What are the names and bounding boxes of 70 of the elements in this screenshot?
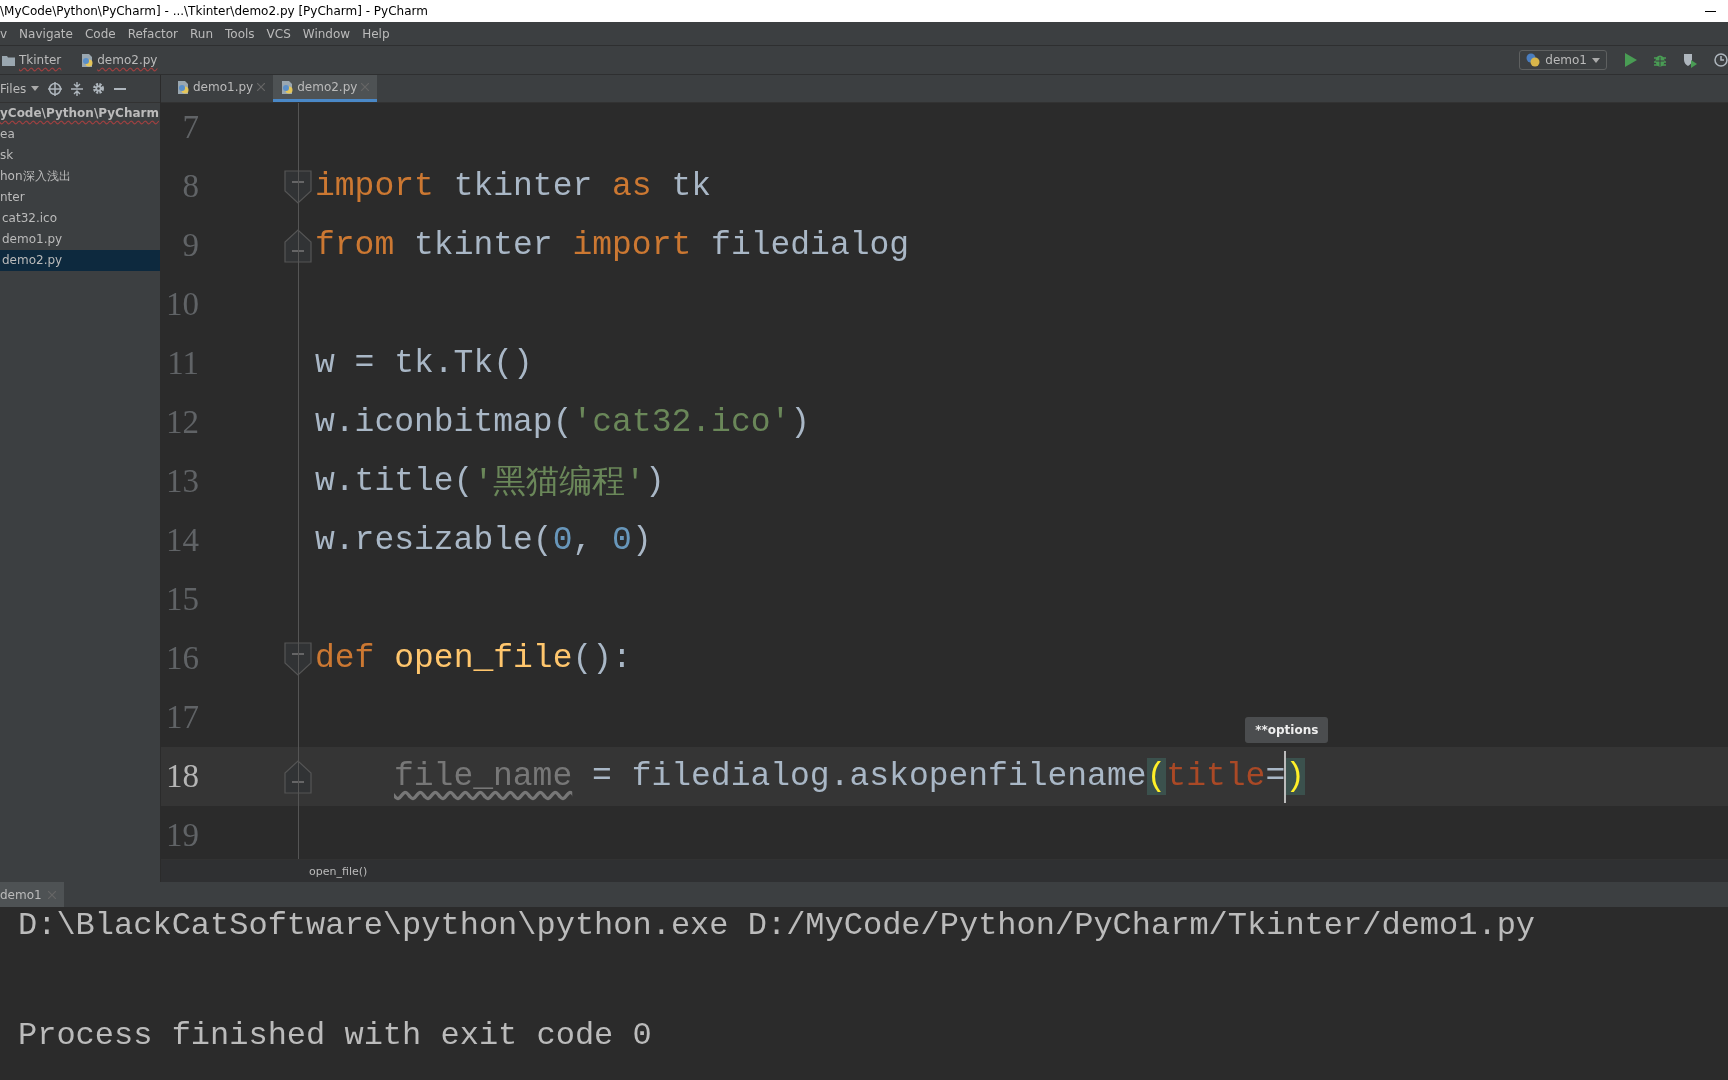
- run-config-dropdown[interactable]: demo1: [1519, 50, 1607, 70]
- tree-item[interactable]: cat32.ico: [0, 208, 160, 229]
- line-number: 18: [165, 758, 199, 795]
- line-number: 9: [181, 227, 199, 264]
- line-number: 19: [165, 817, 199, 854]
- console-output: Process finished with exit code 0: [18, 1017, 652, 1054]
- python-logo-icon: [1526, 53, 1541, 67]
- caret-icon: [1592, 57, 1600, 63]
- console-output: D:\BlackCatSoftware\python\python.exe D:/MyCode/Python/PyCharm/Tkinter/demo1.py: [18, 907, 1536, 944]
- view-dropdown[interactable]: Files: [0, 81, 27, 96]
- line-number: 10: [165, 286, 199, 323]
- line-number: 8: [181, 168, 199, 205]
- code-line: w = tk.Tk(): [315, 345, 533, 382]
- breadcrumb-link[interactable]: demo2.py: [97, 53, 158, 67]
- crosshair-icon[interactable]: [48, 81, 63, 96]
- menu-item[interactable]: Help: [362, 26, 390, 41]
- breadcrumb-link[interactable]: open_file(): [309, 864, 368, 878]
- fold-icon[interactable]: [284, 169, 312, 204]
- line-number: 15: [165, 581, 199, 618]
- code-line: w.iconbitmap('cat32.ico'): [315, 404, 811, 441]
- code-line: from tkinter import filedialog: [315, 227, 910, 264]
- line-number: 13: [165, 463, 199, 500]
- folder-icon: [2, 54, 15, 66]
- menu-item[interactable]: v: [0, 26, 8, 41]
- line-number: 7: [181, 109, 199, 146]
- editor-tab[interactable]: demo1.py: [169, 75, 274, 102]
- menu-item[interactable]: Refactor: [127, 26, 178, 41]
- python-file-icon: [81, 53, 94, 67]
- tree-item[interactable]: nter: [0, 187, 160, 208]
- menu-item[interactable]: Code: [84, 26, 116, 41]
- clock-icon[interactable]: [1714, 52, 1728, 68]
- editor-tab[interactable]: demo2.py: [273, 75, 378, 102]
- line-number: 14: [165, 522, 199, 559]
- minimize-icon[interactable]: [1705, 10, 1716, 12]
- window-title: \MyCode\Python\PyCharm] - ...\Tkinter\demo2.py [PyCharm] - PyCharm: [0, 4, 429, 18]
- parameter-tooltip: **options: [1245, 716, 1329, 743]
- menu-item[interactable]: Run: [190, 26, 214, 41]
- caret-icon[interactable]: [31, 86, 40, 91]
- line-number: 11: [166, 345, 199, 382]
- python-file-icon: [281, 80, 294, 94]
- menu-item[interactable]: Window: [302, 26, 351, 41]
- line-number: 12: [165, 404, 199, 441]
- tree-item[interactable]: demo1.py: [0, 229, 160, 250]
- tree-item[interactable]: sk: [0, 145, 160, 166]
- tree-item[interactable]: hon深入浅出: [0, 166, 160, 187]
- code-line: def open_file():: [315, 640, 632, 677]
- collapse-icon[interactable]: [71, 81, 84, 96]
- menu-item[interactable]: Navigate: [19, 26, 73, 41]
- code-line: w.resizable(0, 0): [315, 522, 652, 559]
- menu-item[interactable]: VCS: [266, 26, 291, 41]
- shield-run-icon[interactable]: [1683, 52, 1698, 68]
- python-file-icon: [177, 80, 189, 94]
- breadcrumb-link[interactable]: Tkinter: [19, 53, 62, 67]
- fold-icon[interactable]: [284, 228, 312, 263]
- settings-icon[interactable]: [92, 82, 106, 95]
- code-line: file_name = filedialog.askopenfilename(title=): [394, 758, 1305, 795]
- fold-icon[interactable]: [284, 759, 312, 794]
- menu-item[interactable]: Tools: [225, 26, 255, 41]
- line-number: 17: [165, 699, 199, 736]
- run-tab[interactable]: demo1: [0, 882, 64, 907]
- close-icon[interactable]: [257, 83, 266, 91]
- line-number: 16: [165, 640, 199, 677]
- code-line: import tkinter as tk: [315, 168, 712, 205]
- code-line: w.title('黑猫编程'): [315, 462, 665, 504]
- tree-item[interactable]: yCode\Python\PyCharm: [0, 103, 160, 124]
- tree-item[interactable]: demo2.py: [0, 250, 160, 271]
- run-icon[interactable]: [1625, 53, 1637, 67]
- bug-icon[interactable]: [1653, 53, 1667, 67]
- fold-icon[interactable]: [284, 641, 312, 676]
- tree-item[interactable]: ea: [0, 124, 160, 145]
